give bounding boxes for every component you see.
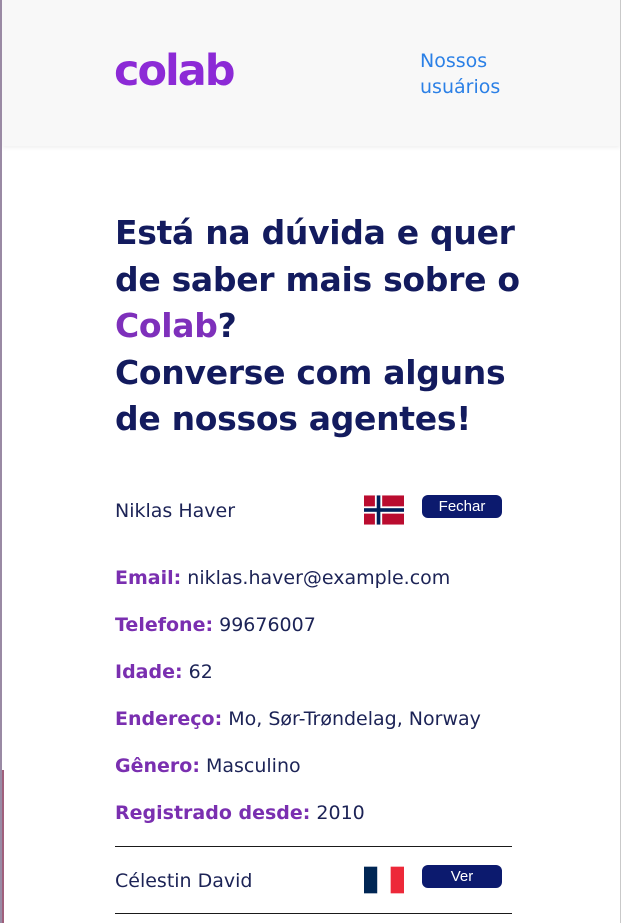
agent-detail-gender: Gênero: Masculino (115, 753, 301, 779)
window-edge-accent (2, 770, 4, 923)
agent-name: Niklas Haver (115, 500, 236, 522)
agent-detail-age: Idade: 62 (115, 659, 213, 685)
site-header: colab Nossos usuários (2, 0, 620, 146)
detail-label: Email: (115, 567, 182, 589)
agent-detail-phone: Telefone: 99676007 (115, 612, 316, 638)
detail-value: 62 (188, 661, 213, 683)
detail-label: Idade: (115, 661, 183, 683)
headline-brand: Colab (115, 306, 218, 345)
page-frame: colab Nossos usuários Está na dúvida e q… (0, 0, 621, 923)
detail-value: 2010 (316, 802, 365, 824)
agent-row-niklas-haver: Niklas Haver Fechar (115, 491, 512, 531)
agent-detail-registered: Registrado desde: 2010 (115, 800, 365, 826)
france-flag-icon (364, 866, 404, 894)
detail-label: Registrado desde: (115, 802, 311, 824)
detail-value: Masculino (205, 755, 301, 777)
close-agent-button[interactable]: Fechar (422, 495, 502, 518)
divider (115, 846, 512, 847)
view-agent-button[interactable]: Ver (422, 865, 502, 888)
detail-label: Telefone: (115, 614, 214, 636)
detail-label: Gênero: (115, 755, 200, 777)
detail-value: Mo, Sør-Trøndelag, Norway (228, 708, 481, 730)
agent-detail-address: Endereço: Mo, Sør-Trøndelag, Norway (115, 706, 481, 732)
agent-detail-email: Email: niklas.haver@example.com (115, 565, 450, 591)
norway-flag-icon (364, 495, 404, 525)
headline-text-2: Converse com alguns de nossos agentes! (115, 352, 506, 439)
detail-value: 99676007 (219, 614, 316, 636)
headline-question-mark: ? (217, 306, 237, 345)
divider (115, 913, 512, 914)
nav-link-nossos-usuarios[interactable]: Nossos usuários (420, 48, 530, 100)
detail-value: niklas.haver@example.com (187, 567, 451, 589)
agent-row-celestin-david: Célestin David Ver (115, 861, 512, 901)
headline-text-1: Está na dúvida e quer de saber mais sobr… (115, 213, 520, 299)
detail-label: Endereço: (115, 708, 223, 730)
agent-name: Célestin David (115, 870, 253, 892)
colab-logo[interactable]: colab (114, 50, 236, 93)
page-headline: Está na dúvida e quer de saber mais sobr… (115, 210, 535, 443)
